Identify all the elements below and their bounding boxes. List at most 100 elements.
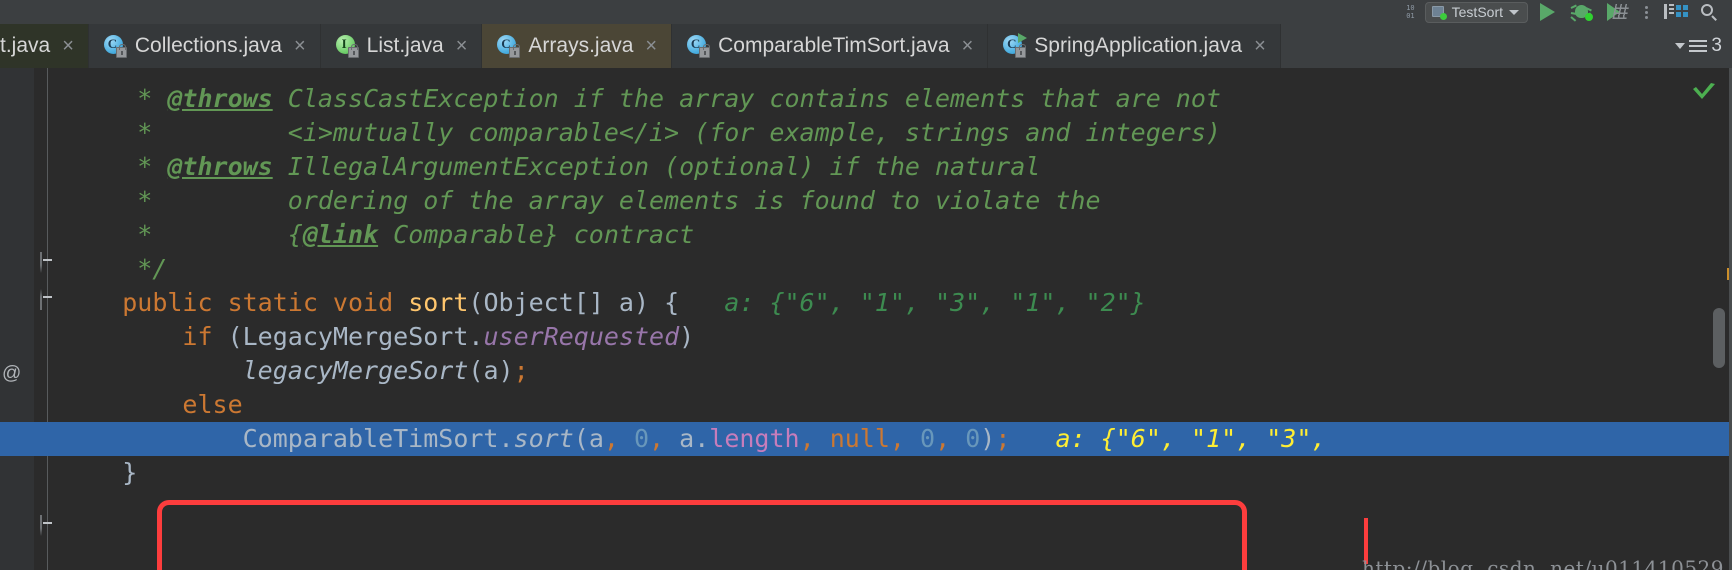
code-line-method-signature: public static void sort(Object[] a) { a:… (62, 286, 1146, 320)
vertical-dots-icon (1645, 5, 1648, 20)
code-token: * ordering of the array elements is foun… (62, 186, 1101, 215)
tab-list-icon (1689, 40, 1708, 52)
code-token: ClassCastException if the array contains… (272, 84, 1221, 113)
layout-button[interactable] (1660, 0, 1690, 24)
code-line: } (62, 456, 1732, 490)
search-icon (1700, 3, 1718, 21)
close-icon[interactable]: × (294, 36, 306, 56)
code-editor[interactable]: @ * @throws ClassCastException if the ar… (0, 68, 1732, 570)
code-line-doc-end: */ (62, 252, 167, 286)
code-line-doc-throws-classcast: * @throws ClassCastException if the arra… (62, 82, 1221, 116)
code-line: * @throws IllegalArgumentException (opti… (62, 150, 1732, 184)
code-token: ; (995, 424, 1011, 453)
code-line: if (LegacyMergeSort.userRequested) (62, 320, 1732, 354)
code-token: else (182, 390, 243, 419)
editor-tab-collections-java[interactable]: C Collections.java × (88, 24, 321, 68)
code-token: */ (62, 254, 168, 283)
editor-tab-label: SpringApplication.java (1034, 34, 1243, 57)
code-token: , (603, 424, 634, 453)
code-token: (a) (468, 356, 514, 385)
code-line: * @throws ClassCastException if the arra… (62, 82, 1732, 116)
close-icon[interactable]: × (456, 36, 468, 56)
more-options-button[interactable] (1639, 0, 1654, 24)
close-icon[interactable]: × (62, 36, 74, 56)
editor-tab-arrays-java[interactable]: C Arrays.java × (482, 24, 673, 68)
code-token: * (62, 84, 168, 113)
close-icon[interactable]: × (962, 36, 974, 56)
editor-scrollbar-thumb[interactable] (1713, 308, 1725, 368)
code-token: ComparableTimSort. (62, 424, 514, 453)
run-with-coverage-button[interactable] (1603, 0, 1633, 24)
code-line: legacyMergeSort(a); (62, 354, 1732, 388)
close-icon[interactable]: × (1254, 36, 1266, 56)
fold-region-line (47, 68, 48, 570)
code-token: public static void (122, 288, 409, 317)
code-token: (LegacyMergeSort. (212, 322, 484, 351)
code-token: if (182, 322, 213, 351)
code-token: @link (302, 220, 379, 249)
code-token: ) (679, 322, 695, 351)
code-line-legacy-call: legacyMergeSort(a); (62, 354, 529, 388)
java-class-icon: C (103, 34, 127, 58)
code-token: IllegalArgumentException (optional) if t… (272, 152, 1041, 181)
play-icon (1540, 3, 1555, 21)
code-token: a. (679, 424, 710, 453)
code-token: 0 (920, 424, 936, 453)
binary-indicator-line2: 01 (1406, 12, 1415, 20)
run-configuration-label: TestSort (1451, 4, 1503, 20)
code-line: * {@link Comparable} contract (62, 218, 1732, 252)
tab-overflow-control[interactable]: 3 (1675, 24, 1732, 68)
tab-overflow-count: 3 (1711, 35, 1722, 56)
code-line-current-execution: ComparableTimSort.sort(a, 0, a.length, n… (0, 422, 1732, 456)
java-runnable-class-icon: C (1002, 33, 1028, 58)
editor-tab-label: t.java (0, 34, 51, 57)
code-token: (Object[] a) { (468, 288, 680, 317)
bug-icon (1570, 3, 1593, 22)
code-token: null (829, 424, 890, 453)
java-class-icon: C (496, 34, 521, 58)
inspection-ok-checkmark-icon[interactable] (1690, 82, 1718, 104)
code-line-doc-throws-illegalargument: * @throws IllegalArgumentException (opti… (62, 150, 1040, 184)
application-icon (1431, 5, 1447, 20)
java-class-icon: C (686, 34, 711, 58)
code-text-area[interactable]: * @throws ClassCastException if the arra… (0, 68, 1732, 570)
code-token: , (799, 424, 830, 453)
code-token: * (62, 152, 168, 181)
code-token: ; (513, 356, 529, 385)
code-line-else-keyword: else (62, 388, 243, 422)
code-token: (a (573, 424, 604, 453)
debug-button[interactable] (1567, 0, 1597, 24)
binary-indicator-line1: 10 (1406, 4, 1415, 12)
code-token: a: {"6", "1", "3", "1", "2"} (679, 288, 1146, 317)
code-token: @throws (167, 152, 273, 181)
annotation-gutter-marker[interactable]: @ (2, 363, 21, 385)
fold-marker-collapse-method[interactable] (40, 289, 55, 310)
code-token: 0 (633, 424, 650, 453)
code-token: sort (513, 424, 574, 453)
editor-tab-label: ComparableTimSort.java (718, 34, 950, 57)
editor-tab-t-java[interactable]: t.java × (0, 24, 89, 68)
run-configuration-selector[interactable]: TestSort (1424, 0, 1528, 24)
fold-marker-collapse-lower[interactable] (40, 515, 55, 536)
binary-indicator: 10 01 (1406, 0, 1418, 24)
editor-tab-comparabletimsort-java[interactable]: C ComparableTimSort.java × (672, 24, 989, 68)
code-line-doc-link-comparable: * {@link Comparable} contract (62, 218, 694, 252)
code-token: , (935, 424, 966, 453)
code-line-doc-mutually-comparable: * <i>mutually comparable</i> (for exampl… (62, 116, 1221, 150)
editor-gutter[interactable] (0, 68, 34, 570)
chevron-down-icon (1509, 9, 1519, 15)
close-icon[interactable]: × (645, 36, 657, 56)
editor-tab-springapplication-java[interactable]: C SpringApplication.java × (988, 24, 1281, 68)
editor-tab-list-java[interactable]: I List.java × (320, 24, 483, 68)
code-folding-gutter[interactable] (34, 68, 62, 570)
editor-tab-label: Arrays.java (528, 34, 634, 57)
code-token: sort (408, 288, 469, 317)
run-button[interactable] (1534, 0, 1561, 24)
code-token: * <i>mutually comparable</i> (for exampl… (62, 118, 1221, 147)
search-everywhere-button[interactable] (1696, 0, 1722, 24)
fold-marker-collapse-upper[interactable] (40, 252, 55, 273)
editor-tab-label: Collections.java (134, 34, 282, 57)
